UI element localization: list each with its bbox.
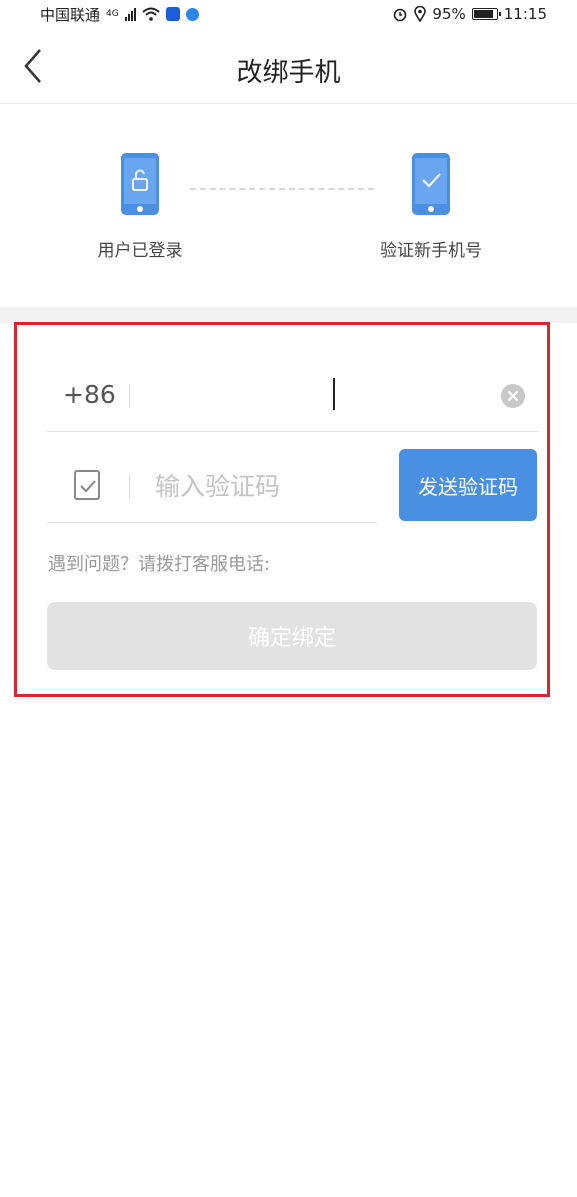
code-row (47, 455, 377, 523)
phone-check-icon (412, 153, 450, 215)
page-title: 改绑手机 (236, 58, 341, 88)
separator (129, 384, 130, 408)
network-type: 4G (106, 9, 119, 19)
section-divider (0, 307, 577, 323)
alarm-icon (394, 8, 407, 22)
progress-steps: 用户已登录 验证新手机号 (0, 104, 577, 307)
signal-icon (124, 7, 136, 21)
battery-fill (473, 10, 493, 18)
clear-icon[interactable] (501, 384, 525, 408)
status-left: 中国联通 4G (40, 4, 199, 25)
status-bar: 中国联通 4G 95% 11:15 (0, 0, 577, 28)
confirm-bind-button[interactable]: 确定绑定 (47, 602, 537, 670)
phone-unlock-icon (121, 153, 159, 215)
nav-bar: 改绑手机 (0, 28, 577, 104)
step-connector (190, 188, 374, 190)
step-label-verify-new: 验证新手机号 (380, 241, 482, 261)
send-code-button[interactable]: 发送验证码 (399, 449, 537, 521)
battery-percent: 95% (432, 5, 466, 23)
verify-code-input[interactable] (153, 465, 377, 507)
wifi-icon (142, 7, 160, 21)
status-right: 95% 11:15 (392, 5, 547, 23)
dot-app-icon (185, 7, 199, 21)
step-label-logged-in: 用户已登录 (97, 241, 183, 261)
help-text: 遇到问题？请拨打客服电话: (48, 550, 270, 576)
verify-code-icon (74, 470, 100, 500)
shield-app-icon (165, 7, 180, 21)
step-verify-new: 验证新手机号 (351, 152, 511, 261)
help-label: 遇到问题？请拨打客服电话: (48, 554, 271, 575)
country-code[interactable]: +86 (63, 380, 116, 409)
text-caret (333, 378, 335, 410)
carrier-label: 中国联通 (40, 5, 101, 24)
step-logged-in: 用户已登录 (60, 152, 220, 261)
phone-row: +86 (47, 370, 539, 432)
separator (129, 475, 130, 499)
rebind-form: +86 发送验证码 遇到问题？请拨打客服电话: 确定绑定 (14, 322, 550, 697)
clock: 11:15 (503, 5, 547, 23)
battery-icon (471, 8, 501, 20)
location-icon (414, 6, 427, 22)
